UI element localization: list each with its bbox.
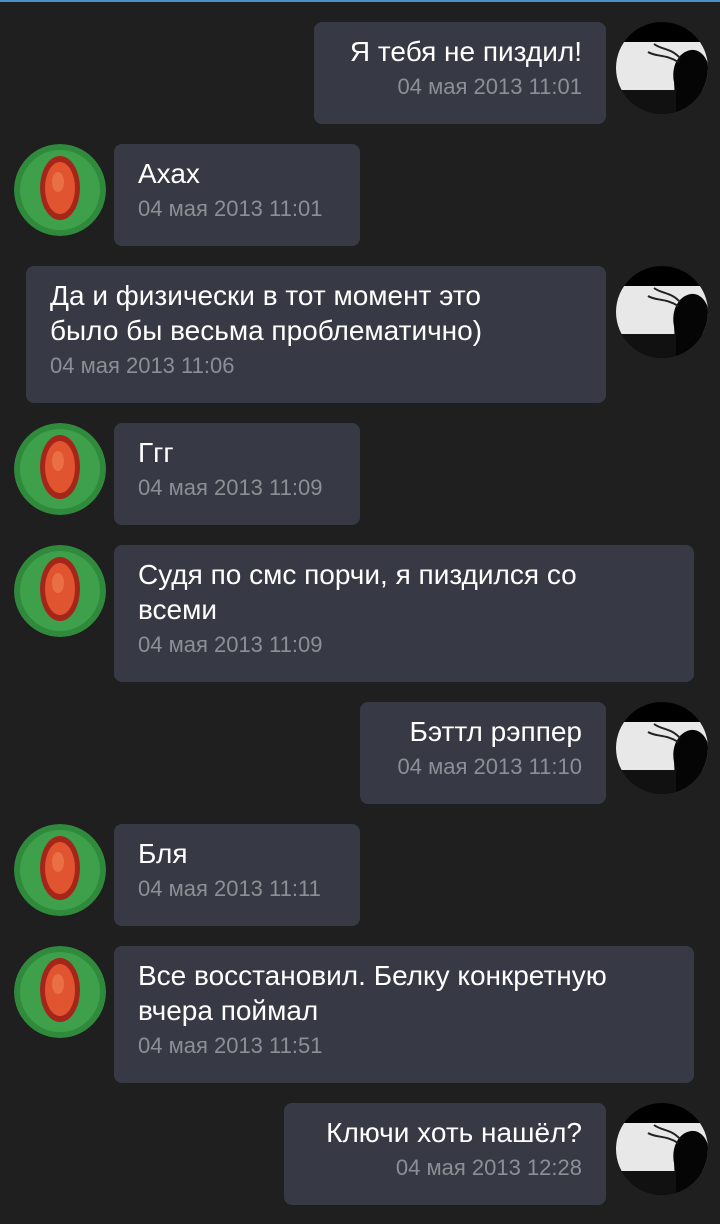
message-text: Ключи хоть нашёл? xyxy=(326,1117,582,1148)
message-timestamp: 04 мая 2013 11:10 xyxy=(397,754,582,779)
message-bubble[interactable]: Бэттл рэппер 04 мая 2013 11:10 xyxy=(360,702,606,804)
silhouette-avatar-icon[interactable] xyxy=(616,1103,708,1195)
message-row: Бэттл рэппер 04 мая 2013 11:10 xyxy=(0,702,720,804)
silhouette-avatar-icon[interactable] xyxy=(616,22,708,114)
silhouette-avatar-icon[interactable] xyxy=(616,702,708,794)
message-bubble[interactable]: Все восстановил. Белку конкретную вчера … xyxy=(114,946,694,1083)
message-timestamp: 04 мая 2013 11:11 xyxy=(138,876,321,901)
message-row: Я тебя не пиздил! 04 мая 2013 11:01 xyxy=(0,22,720,124)
message-text: Да и физически в тот момент это было бы … xyxy=(50,280,483,346)
message-text: Бэттл рэппер xyxy=(409,716,582,747)
message-bubble[interactable]: Ахах 04 мая 2013 11:01 xyxy=(114,144,360,246)
message-row: Все восстановил. Белку конкретную вчера … xyxy=(0,946,720,1083)
message-row: Судя по смс порчи, я пиздился со всеми 0… xyxy=(0,545,720,682)
message-timestamp: 04 мая 2013 11:01 xyxy=(138,196,323,221)
melon-avatar-icon[interactable] xyxy=(14,545,106,637)
melon-avatar-icon[interactable] xyxy=(14,144,106,236)
message-row: Ггг 04 мая 2013 11:09 xyxy=(0,423,720,525)
message-thread[interactable]: Я тебя не пиздил! 04 мая 2013 11:01 Ахах… xyxy=(0,0,720,1224)
message-timestamp: 04 мая 2013 11:51 xyxy=(138,1033,323,1058)
message-text: Судя по смс порчи, я пиздился со всеми xyxy=(138,559,577,625)
message-timestamp: 04 мая 2013 11:01 xyxy=(397,74,582,99)
message-bubble[interactable]: Бля 04 мая 2013 11:11 xyxy=(114,824,360,926)
message-bubble[interactable]: Ключи хоть нашёл? 04 мая 2013 12:28 xyxy=(284,1103,606,1205)
message-row: Бля 04 мая 2013 11:11 xyxy=(0,824,720,926)
message-row: Да и физически в тот момент это было бы … xyxy=(0,266,720,403)
message-timestamp: 04 мая 2013 11:09 xyxy=(138,632,323,657)
message-timestamp: 04 мая 2013 12:28 xyxy=(395,1155,582,1180)
message-timestamp: 04 мая 2013 11:09 xyxy=(138,475,323,500)
message-text: Ахах xyxy=(138,158,200,189)
message-bubble[interactable]: Судя по смс порчи, я пиздился со всеми 0… xyxy=(114,545,694,682)
message-text: Бля xyxy=(138,838,188,869)
message-text: Ггг xyxy=(138,437,174,468)
message-text: Все восстановил. Белку конкретную вчера … xyxy=(138,960,607,1026)
message-bubble[interactable]: Ггг 04 мая 2013 11:09 xyxy=(114,423,360,525)
message-bubble[interactable]: Да и физически в тот момент это было бы … xyxy=(26,266,606,403)
melon-avatar-icon[interactable] xyxy=(14,946,106,1038)
melon-avatar-icon[interactable] xyxy=(14,423,106,515)
silhouette-avatar-icon[interactable] xyxy=(616,266,708,358)
melon-avatar-icon[interactable] xyxy=(14,824,106,916)
message-timestamp: 04 мая 2013 11:06 xyxy=(50,353,235,378)
message-bubble[interactable]: Я тебя не пиздил! 04 мая 2013 11:01 xyxy=(314,22,606,124)
message-row: Ключи хоть нашёл? 04 мая 2013 12:28 xyxy=(0,1103,720,1205)
message-row: Ахах 04 мая 2013 11:01 xyxy=(0,144,720,246)
message-text: Я тебя не пиздил! xyxy=(349,36,582,67)
